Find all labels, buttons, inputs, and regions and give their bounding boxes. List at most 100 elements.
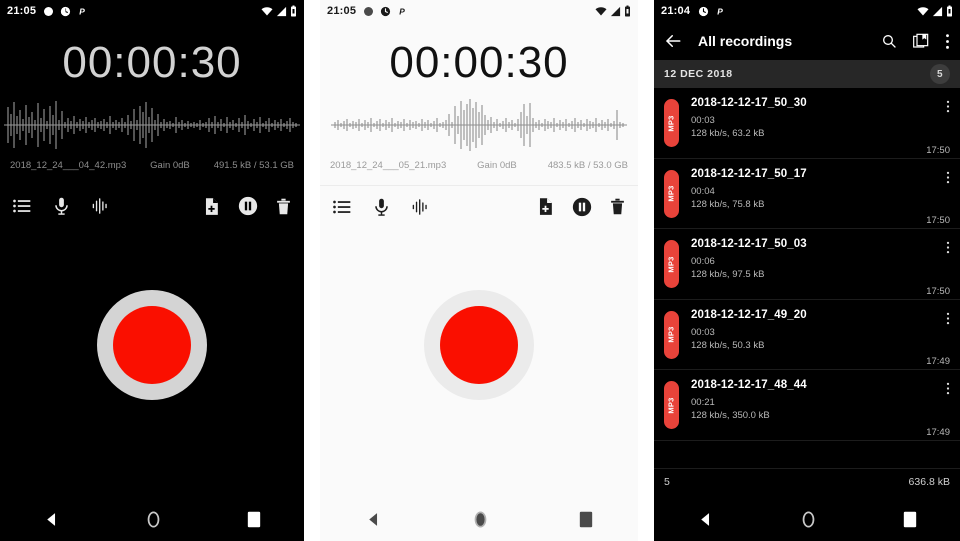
recording-title: 2018-12-12-17_50_30 [691,97,807,109]
recents-nav-icon[interactable] [579,511,593,528]
date-group-header: 12 DEC 2018 5 [654,60,960,88]
battery-icon [625,5,630,17]
row-overflow-menu-icon[interactable] [946,240,950,255]
date-group-count-badge: 5 [930,64,950,84]
recents-nav-icon[interactable] [247,511,261,528]
waveform-display[interactable] [320,94,638,156]
status-bar-right-icons [261,5,297,17]
home-nav-icon[interactable] [800,510,817,529]
recording-duration: 00:06 [691,256,715,267]
recording-timer: 00:00:30 [62,38,242,87]
footer-count: 5 [664,475,670,488]
battery-icon [947,5,952,17]
back-nav-icon[interactable] [43,511,60,528]
format-badge: MP3 [664,240,679,288]
search-icon[interactable] [881,33,897,49]
overflow-menu-icon[interactable] [945,33,950,50]
clock-icon [381,6,391,16]
home-nav-icon[interactable] [472,510,489,529]
app-bar-actions [881,33,950,50]
format-badge: MP3 [664,381,679,429]
record-dot-icon [364,6,374,16]
library-icon[interactable] [913,33,929,49]
parking-p-icon: P [399,6,405,16]
svg-text:P: P [399,6,405,16]
home-nav-icon[interactable] [145,510,162,529]
recordings-list: MP3 2018-12-12-17_50_30 00:03 128 kb/s, … [654,88,960,469]
recording-title: 2018-12-12-17_48_44 [691,379,807,391]
meta-gain: Gain 0dB [150,160,190,171]
date-group-label: 12 DEC 2018 [664,68,733,80]
status-bar-left-icons: P [44,6,88,17]
recordings-list-icon[interactable] [332,197,352,217]
meta-size: 491.5 kB / 53.1 GB [213,160,294,171]
back-nav-icon[interactable] [697,511,714,528]
page-title: All recordings [698,33,793,49]
delete-icon[interactable] [275,196,292,217]
svg-text:P: P [79,6,85,16]
row-overflow-menu-icon[interactable] [946,381,950,396]
format-badge: MP3 [664,99,679,147]
pause-icon[interactable] [572,197,592,217]
microphone-icon[interactable] [52,196,71,216]
new-file-icon[interactable] [536,196,555,217]
microphone-icon[interactable] [372,197,391,217]
row-overflow-menu-icon[interactable] [946,170,950,185]
back-arrow-icon[interactable] [664,32,682,50]
parking-p-icon: P [717,6,723,16]
record-button[interactable] [97,290,207,400]
status-bar: 21:04 P [654,0,960,22]
app-bar: All recordings [654,22,960,60]
table-row[interactable]: MP3 2018-12-12-17_50_03 00:06 128 kb/s, … [654,229,960,300]
clock-icon [61,6,71,16]
recording-title: 2018-12-12-17_49_20 [691,308,807,321]
row-overflow-menu-icon[interactable] [946,311,950,326]
list-empty-gap [654,440,960,469]
record-dot-icon [44,6,54,16]
recordings-list-icon[interactable] [12,196,32,216]
waveform-icon[interactable] [91,196,110,216]
record-button-area [0,227,304,463]
recording-time: 17:50 [926,285,950,297]
back-nav-icon[interactable] [365,511,382,528]
recording-duration: 00:21 [691,397,715,408]
wifi-icon [917,6,929,16]
screenshot-stage: 21:05 P 00:00:30 2018_12_24___04_42.mp3 … [0,0,960,541]
meta-filename: 2018_12_24___04_42.mp3 [10,160,127,171]
status-bar-left-icons: P [698,6,726,17]
new-file-icon[interactable] [202,196,221,217]
record-button[interactable] [424,290,534,400]
signal-icon [276,6,287,16]
recorder-toolbar [0,185,304,227]
table-row[interactable]: MP3 2018-12-12-17_48_44 00:21 128 kb/s, … [654,370,960,441]
recording-info: 128 kb/s, 75.8 kB [691,198,765,210]
android-navbar [320,497,638,541]
table-row[interactable]: MP3 2018-12-12-17_50_30 00:03 128 kb/s, … [654,88,960,159]
status-bar-time: 21:05 [7,5,37,17]
status-bar-time: 21:04 [661,5,691,17]
recordings-list-panel: 21:04 P All recordings 12 DEC 2018 5 MP3… [654,0,960,541]
table-row[interactable]: MP3 2018-12-12-17_49_20 00:03 128 kb/s, … [654,300,960,370]
row-body: 2018-12-12-17_50_30 00:03 128 kb/s, 63.2… [679,97,950,158]
row-body: 2018-12-12-17_50_17 00:04 128 kb/s, 75.8… [679,168,950,229]
clock-icon [699,6,709,16]
recording-timer: 00:00:30 [389,38,569,87]
wifi-icon [261,6,273,16]
delete-icon[interactable] [609,196,626,217]
status-bar-right-icons [917,5,953,17]
table-row[interactable]: MP3 2018-12-12-17_50_17 00:04 128 kb/s, … [654,159,960,229]
recents-nav-icon[interactable] [903,511,917,528]
signal-icon [610,6,621,16]
waveform-icon[interactable] [411,197,430,217]
pause-icon[interactable] [238,196,258,216]
meta-size: 483.5 kB / 53.0 GB [547,160,628,171]
record-button-area [320,227,638,463]
recording-time: 17:50 [926,144,950,156]
row-overflow-menu-icon[interactable] [946,99,950,114]
recording-meta: 2018_12_24___04_42.mp3 Gain 0dB 491.5 kB… [0,156,304,171]
recording-title: 2018-12-12-17_50_17 [691,167,807,180]
toolbar-left-group [332,197,430,217]
waveform-display[interactable] [0,94,304,156]
list-footer: 5 636.8 kB [654,468,960,495]
format-badge: MP3 [664,169,679,218]
